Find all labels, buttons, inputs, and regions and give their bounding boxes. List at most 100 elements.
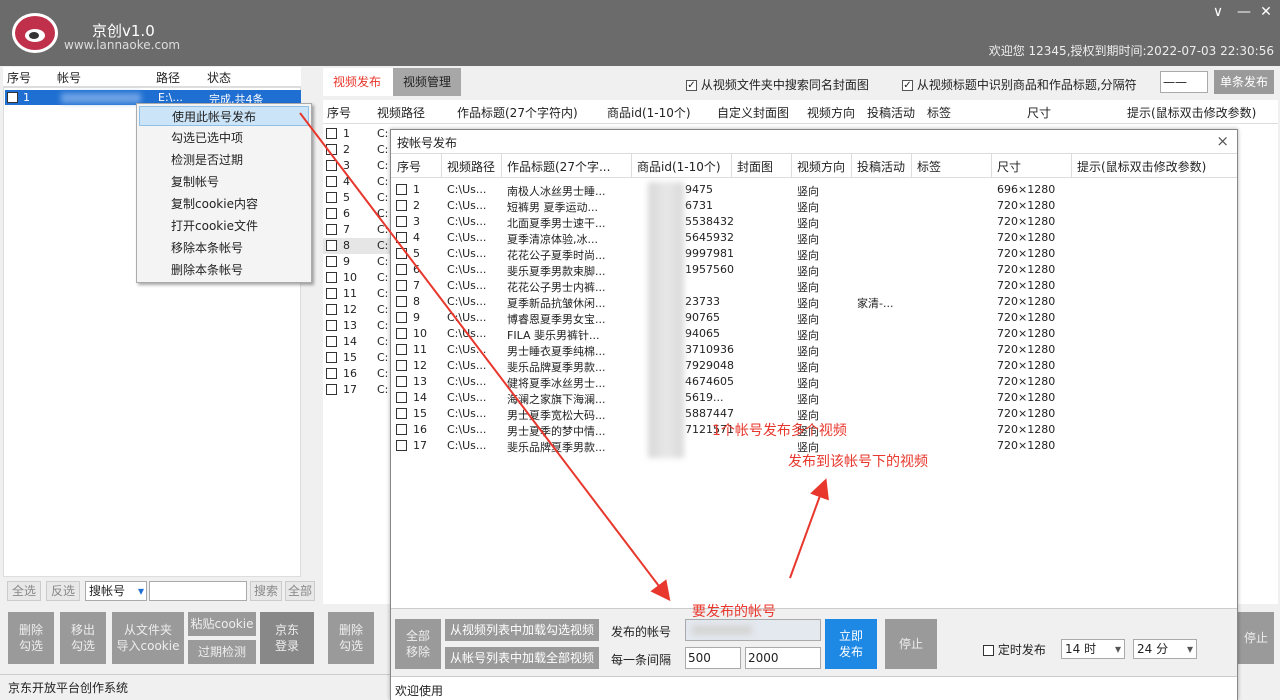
video-row[interactable]: 16 C: — [323, 366, 393, 382]
search-cover-option[interactable]: ✓ 从视频文件夹中搜索同名封面图 — [686, 76, 869, 93]
row-checkbox[interactable] — [326, 128, 337, 139]
row-checkbox[interactable] — [326, 304, 337, 315]
row-checkbox[interactable] — [396, 312, 407, 323]
interval-min-input[interactable]: 500 — [685, 647, 741, 669]
dialog-row[interactable]: 6 C:\Us... 斐乐夏季男款束脚... 1957560 竖向 720×1280 — [391, 262, 1237, 278]
search-button[interactable]: 搜索 — [250, 581, 282, 601]
close-icon[interactable]: × — [1216, 132, 1229, 150]
dialog-row[interactable]: 11 C:\Us... 男士睡衣夏季纯棉... 3710936 竖向 720×1280 — [391, 342, 1237, 358]
row-checkbox[interactable] — [326, 192, 337, 203]
row-checkbox[interactable] — [396, 328, 407, 339]
load-all-button[interactable]: 从帐号列表中加载全部视频 — [445, 647, 599, 669]
video-row[interactable]: 15 C: — [323, 350, 393, 366]
all-button[interactable]: 全部 — [285, 581, 315, 601]
row-checkbox[interactable] — [396, 344, 407, 355]
video-row[interactable]: 7 C: — [323, 222, 393, 238]
dialog-row[interactable]: 2 C:\Us... 短裤男 夏季运动... 6731 竖向 720×1280 — [391, 198, 1237, 214]
video-row[interactable]: 10 C: — [323, 270, 393, 286]
hour-select[interactable]: 14 时 ▾ — [1061, 639, 1125, 659]
invert-button[interactable]: 反选 — [46, 581, 80, 601]
video-row[interactable]: 9 C: — [323, 254, 393, 270]
row-checkbox[interactable] — [7, 92, 18, 103]
dialog-row[interactable]: 8 C:\Us... 夏季新品抗皱休闲... 23733 竖向 家清-... 720×128… — [391, 294, 1237, 310]
row-checkbox[interactable] — [396, 200, 407, 211]
dialog-video-table[interactable]: 序号 视频路径 作品标题(27个字... 商品id(1-10个) 封面图 视频方… — [391, 154, 1237, 608]
video-row[interactable]: 13 C: — [323, 318, 393, 334]
dialog-row[interactable]: 13 C:\Us... 健将夏季冰丝男士... 4674605 竖向 720×1280 — [391, 374, 1237, 390]
right-stop-button[interactable]: 停止 — [1238, 612, 1274, 664]
menu-check-selected[interactable]: 勾选已选中项 — [139, 128, 309, 148]
video-row[interactable]: 12 C: — [323, 302, 393, 318]
row-checkbox[interactable] — [396, 296, 407, 307]
dialog-row[interactable]: 9 C:\Us... 博睿恩夏季男女宝... 90765 竖向 720×1280 — [391, 310, 1237, 326]
menu-copy-cookie[interactable]: 复制cookie内容 — [139, 194, 309, 214]
row-checkbox[interactable] — [326, 160, 337, 171]
dialog-row[interactable]: 5 C:\Us... 花花公子夏季时尚... 9997981 竖向 720×1280 — [391, 246, 1237, 262]
dialog-row[interactable]: 7 C:\Us... 花花公子男士内裤... 竖向 720×1280 — [391, 278, 1237, 294]
row-checkbox[interactable] — [326, 176, 337, 187]
jd-login-button[interactable]: 京东 登录 — [260, 612, 314, 664]
video-row[interactable]: 14 C: — [323, 334, 393, 350]
video-row[interactable]: 11 C: — [323, 286, 393, 302]
menu-open-cookie[interactable]: 打开cookie文件 — [139, 216, 309, 236]
single-publish-button[interactable]: 单条发布 — [1214, 70, 1274, 94]
move-checked-button[interactable]: 移出 勾选 — [60, 612, 106, 664]
tab-video-manage[interactable]: 视频管理 — [393, 68, 461, 96]
account-field[interactable] — [685, 619, 821, 641]
dialog-row[interactable]: 1 C:\Us... 南极人冰丝男士睡... 9475 竖向 696×1280 — [391, 182, 1237, 198]
row-checkbox[interactable] — [326, 144, 337, 155]
row-checkbox[interactable] — [396, 184, 407, 195]
search-input[interactable] — [149, 581, 247, 601]
row-checkbox[interactable] — [396, 440, 407, 451]
row-checkbox[interactable] — [326, 224, 337, 235]
video-row[interactable]: 2 C: — [323, 142, 393, 158]
row-checkbox[interactable] — [326, 208, 337, 219]
search-cover-checkbox[interactable]: ✓ — [686, 80, 697, 91]
row-checkbox[interactable] — [396, 360, 407, 371]
minute-select[interactable]: 24 分 ▾ — [1133, 639, 1197, 659]
video-row[interactable]: 5 C: — [323, 190, 393, 206]
delete-checked-button[interactable]: 删除 勾选 — [8, 612, 54, 664]
video-row[interactable]: 3 C: — [323, 158, 393, 174]
import-cookie-button[interactable]: 从文件夹 导入cookie — [112, 612, 184, 664]
parse-title-option[interactable]: ✓ 从视频标题中识别商品和作品标题,分隔符 — [902, 76, 1137, 93]
parse-title-checkbox[interactable]: ✓ — [902, 80, 913, 91]
stop-button[interactable]: 停止 — [885, 619, 937, 669]
row-checkbox[interactable] — [326, 256, 337, 267]
row-checkbox[interactable] — [326, 336, 337, 347]
video-row[interactable]: 8 C: — [323, 238, 393, 254]
select-all-button[interactable]: 全选 — [7, 581, 41, 601]
interval-max-input[interactable]: 2000 — [745, 647, 821, 669]
video-row[interactable]: 4 C: — [323, 174, 393, 190]
video-row[interactable]: 17 C: — [323, 382, 393, 398]
dialog-row[interactable]: 4 C:\Us... 夏季清凉体验,冰... 5645932 竖向 720×1280 — [391, 230, 1237, 246]
menu-check-expired[interactable]: 检测是否过期 — [139, 150, 309, 170]
dialog-row[interactable]: 14 C:\Us... 海澜之家旗下海澜... 5619... 竖向 720×1280 — [391, 390, 1237, 406]
row-checkbox[interactable] — [396, 376, 407, 387]
paste-cookie-button[interactable]: 粘贴cookie — [188, 612, 256, 636]
row-checkbox[interactable] — [396, 280, 407, 291]
row-checkbox[interactable] — [326, 352, 337, 363]
video-row[interactable]: 1 C: — [323, 126, 393, 142]
row-checkbox[interactable] — [396, 264, 407, 275]
expire-check-button[interactable]: 过期检测 — [188, 640, 256, 664]
scheduled-checkbox[interactable] — [983, 645, 994, 656]
video-row[interactable]: 6 C: — [323, 206, 393, 222]
row-checkbox[interactable] — [396, 408, 407, 419]
close-icon[interactable]: ✕ — [1256, 4, 1276, 20]
dialog-row[interactable]: 3 C:\Us... 北面夏季男士速干... 5538432 竖向 720×1280 — [391, 214, 1237, 230]
tab-video-publish[interactable]: 视频发布 — [323, 68, 393, 96]
remove-all-button[interactable]: 全部 移除 — [395, 619, 441, 669]
row-checkbox[interactable] — [326, 240, 337, 251]
row-checkbox[interactable] — [396, 392, 407, 403]
dialog-row[interactable]: 12 C:\Us... 斐乐品牌夏季男款... 7929048 竖向 720×1280 — [391, 358, 1237, 374]
menu-copy-account[interactable]: 复制帐号 — [139, 172, 309, 192]
row-checkbox[interactable] — [326, 320, 337, 331]
row-checkbox[interactable] — [326, 272, 337, 283]
dropdown-icon[interactable]: ∨ — [1208, 4, 1228, 20]
publish-now-button[interactable]: 立即 发布 — [825, 619, 877, 669]
row-checkbox[interactable] — [396, 216, 407, 227]
menu-use-account[interactable]: 使用此帐号发布 — [139, 106, 309, 126]
row-checkbox[interactable] — [396, 248, 407, 259]
load-checked-button[interactable]: 从视频列表中加载勾选视频 — [445, 619, 599, 641]
